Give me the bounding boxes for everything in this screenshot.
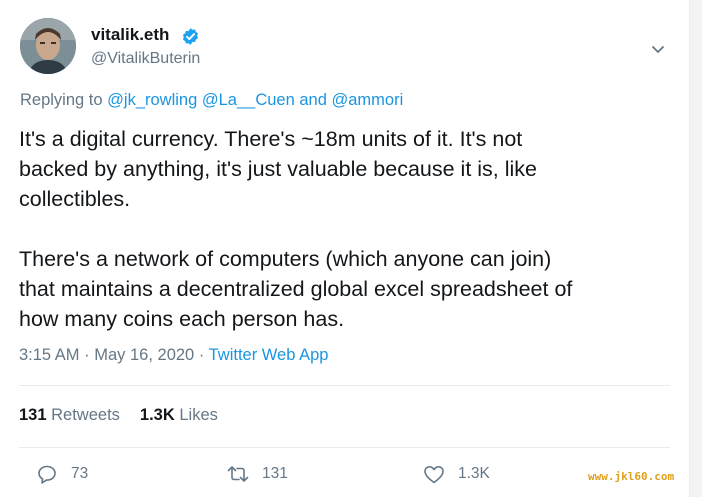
scrollbar-gutter <box>689 0 702 497</box>
replying-to-line: Replying to @jk_rowling @La__Cuen and @a… <box>20 91 403 110</box>
verified-badge-icon <box>181 27 200 46</box>
tweet-line: backed by anything, it's just valuable b… <box>19 157 538 181</box>
likes-stat-label: Likes <box>179 406 218 424</box>
mention-jk-rowling[interactable]: @jk_rowling <box>107 91 197 109</box>
retweets-stat-label: Retweets <box>51 406 120 424</box>
watermark: www.jkl60.com <box>588 470 675 483</box>
retweet-count: 131 <box>262 465 288 482</box>
retweets-stat[interactable]: 131 Retweets <box>19 406 120 424</box>
meta-separator: · <box>198 346 205 364</box>
tweet-time[interactable]: 3:15 AM <box>19 346 80 364</box>
mention-la-cuen[interactable]: @La__Cuen <box>202 91 295 109</box>
chevron-down-icon[interactable] <box>648 39 668 59</box>
avatar[interactable] <box>20 18 76 74</box>
tweet-line: It's a digital currency. There's ~18m un… <box>19 127 523 151</box>
tweet-line: collectibles. <box>19 187 131 211</box>
retweet-icon <box>227 466 249 482</box>
tweet-line: how many coins each person has. <box>19 307 345 331</box>
tweet-line: that maintains a decentralized global ex… <box>19 277 573 301</box>
tweet-meta: 3:15 AM · May 16, 2020 · Twitter Web App <box>19 346 328 365</box>
mention-conjunction[interactable]: and <box>299 91 327 109</box>
author-handle[interactable]: @VitalikButerin <box>91 50 200 68</box>
tweet-text: It's a digital currency. There's ~18m un… <box>19 124 669 334</box>
tweet-source-link[interactable]: Twitter Web App <box>209 346 329 364</box>
reply-count: 73 <box>71 465 89 482</box>
divider <box>19 385 670 386</box>
likes-stat-count: 1.3K <box>139 406 175 424</box>
tweet-paragraph: It's a digital currency. There's ~18m un… <box>19 124 669 214</box>
meta-separator: · <box>84 346 90 364</box>
like-count: 1.3K <box>458 465 490 482</box>
tweet-line: There's a network of computers (which an… <box>19 247 552 271</box>
reply-button[interactable]: 73 <box>35 463 88 485</box>
like-button[interactable]: 1.3K <box>422 463 490 485</box>
avatar-image <box>20 18 76 74</box>
author-display-name[interactable]: vitalik.eth <box>91 25 169 45</box>
tweet-paragraph: There's a network of computers (which an… <box>19 244 669 334</box>
tweet-card: vitalik.eth @VitalikButerin Replying to … <box>0 0 702 497</box>
replying-to-label: Replying to <box>20 91 103 109</box>
retweets-stat-count: 131 <box>19 406 47 424</box>
reply-icon <box>38 465 56 484</box>
retweet-button[interactable]: 131 <box>226 463 288 485</box>
divider <box>19 447 670 448</box>
like-icon <box>424 466 444 484</box>
likes-stat[interactable]: 1.3K Likes <box>140 406 218 424</box>
mention-ammori[interactable]: @ammori <box>332 91 404 109</box>
tweet-stats: 131 Retweets 1.3K Likes <box>19 406 218 425</box>
tweet-date[interactable]: May 16, 2020 <box>94 346 194 364</box>
